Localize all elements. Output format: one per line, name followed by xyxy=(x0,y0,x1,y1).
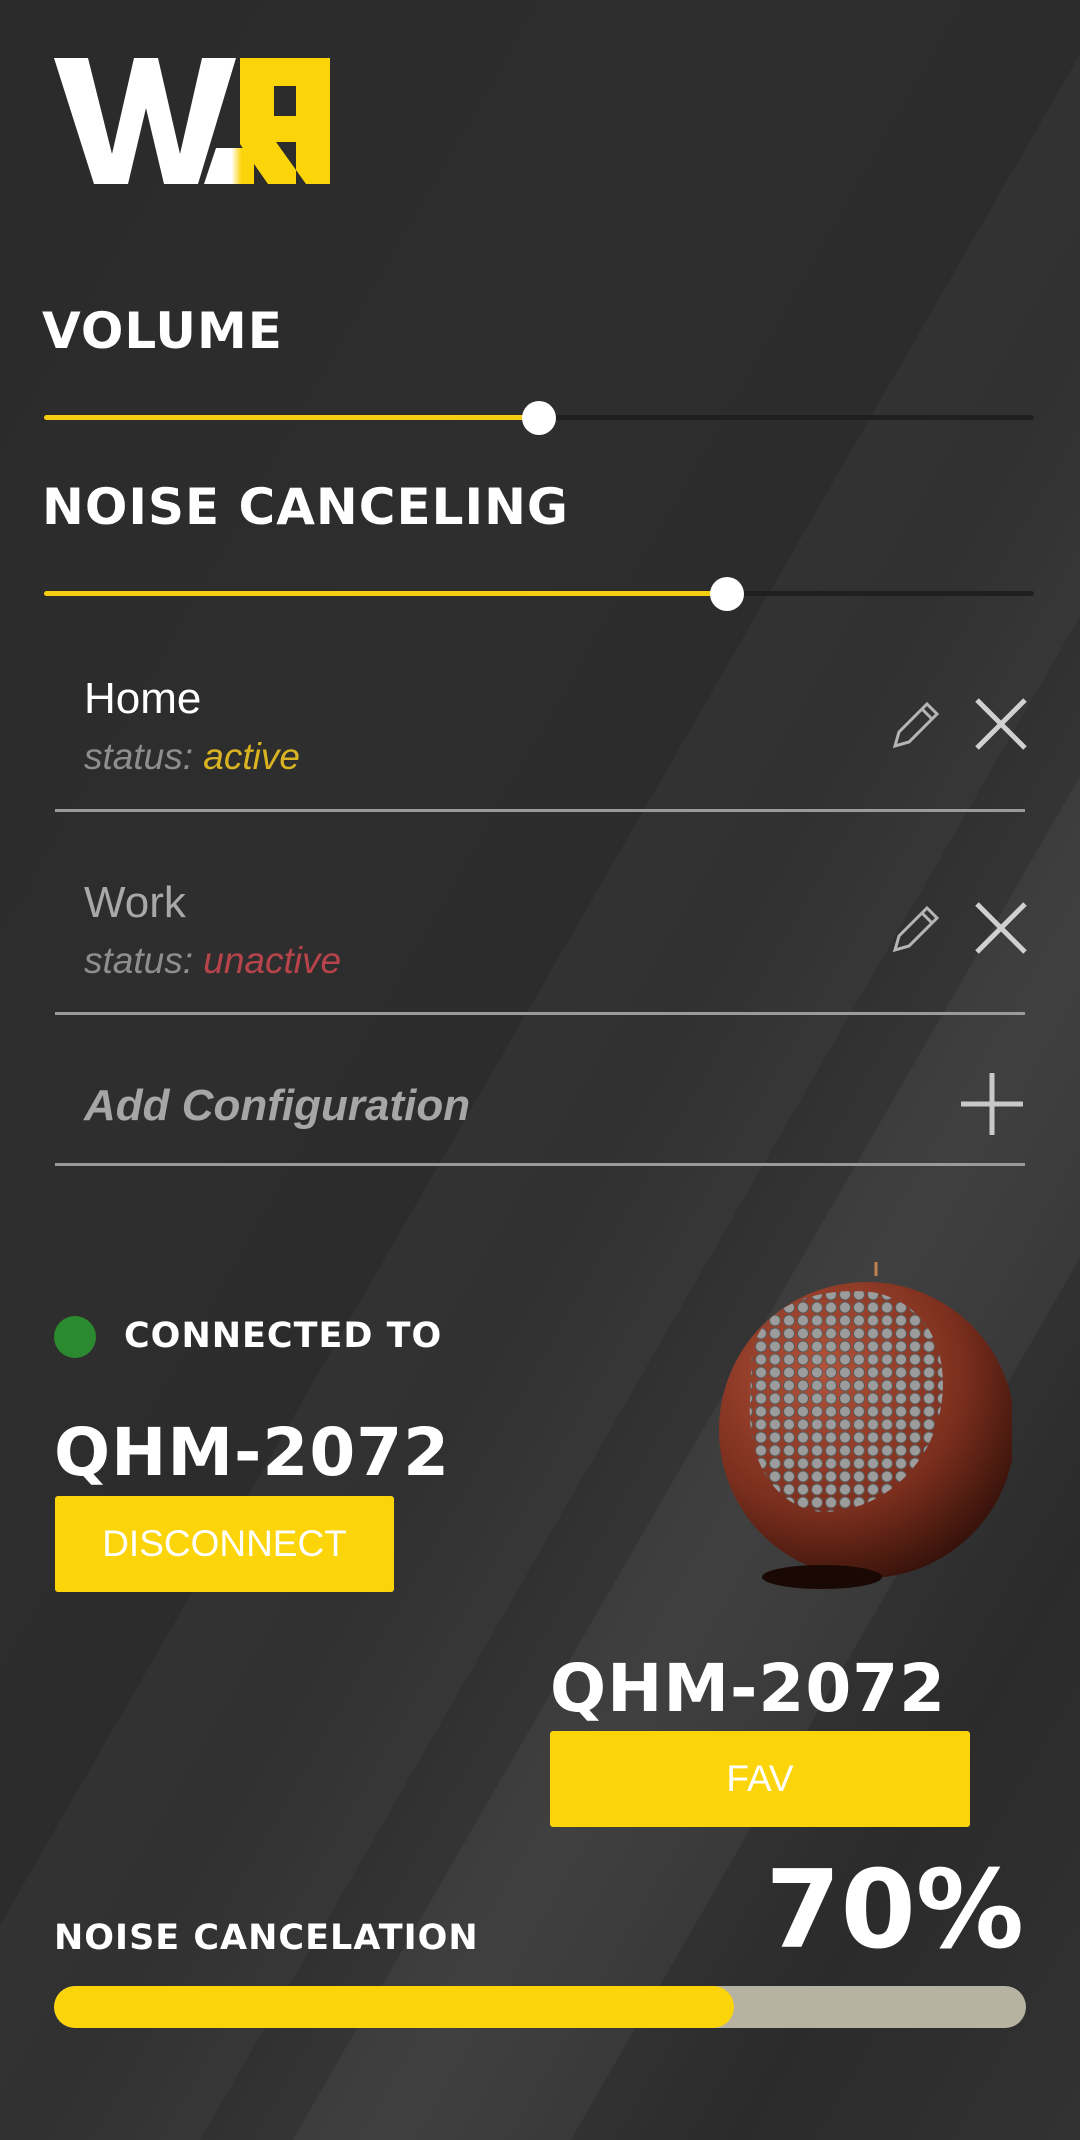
config-name: Work xyxy=(84,878,186,927)
close-icon[interactable] xyxy=(971,694,1031,754)
config-status-label: status: xyxy=(84,736,193,777)
config-status-line: status: unactive xyxy=(84,940,341,982)
noise-cancelation-label: NOISE CANCELATION xyxy=(54,1918,479,1958)
noise-cancelation-percent: 70% xyxy=(765,1848,1024,1973)
pencil-icon[interactable] xyxy=(885,898,945,958)
plus-icon[interactable] xyxy=(959,1071,1025,1137)
noise-canceling-slider-fill xyxy=(44,591,728,596)
config-row-home[interactable]: Home status: active xyxy=(55,650,1027,812)
noise-canceling-title: NOISE CANCELING xyxy=(42,478,569,536)
connected-device-name: QHM-2072 xyxy=(54,1414,451,1491)
brand-logo xyxy=(54,58,330,184)
volume-title: VOLUME xyxy=(42,302,283,360)
add-configuration-label: Add Configuration xyxy=(84,1081,471,1130)
config-row-work[interactable]: Work status: unactive xyxy=(55,812,1027,1015)
fav-button[interactable]: FAV xyxy=(550,1731,970,1827)
volume-slider-thumb[interactable] xyxy=(522,401,556,435)
config-status-value: active xyxy=(203,736,300,777)
config-status-label: status: xyxy=(84,940,193,981)
noise-cancelation-progress-fill xyxy=(54,1986,735,2028)
config-status-line: status: active xyxy=(84,736,300,778)
connection-status-dot xyxy=(54,1316,96,1358)
add-configuration-row[interactable]: Add Configuration xyxy=(55,1015,1025,1166)
connected-to-label: CONNECTED TO xyxy=(124,1316,443,1356)
close-icon[interactable] xyxy=(971,898,1031,958)
volume-slider-fill xyxy=(44,415,539,420)
volume-slider[interactable] xyxy=(44,401,1034,435)
speaker-image xyxy=(719,1262,1012,1589)
disconnect-button[interactable]: DISCONNECT xyxy=(55,1496,394,1592)
config-status-value: unactive xyxy=(203,940,342,981)
noise-cancelation-progress xyxy=(54,1986,1026,2028)
noise-canceling-slider-thumb[interactable] xyxy=(710,577,745,611)
noise-canceling-slider[interactable] xyxy=(44,577,1034,611)
pencil-icon[interactable] xyxy=(885,694,945,754)
favorite-device-name: QHM-2072 xyxy=(550,1650,947,1727)
config-name: Home xyxy=(84,674,202,723)
